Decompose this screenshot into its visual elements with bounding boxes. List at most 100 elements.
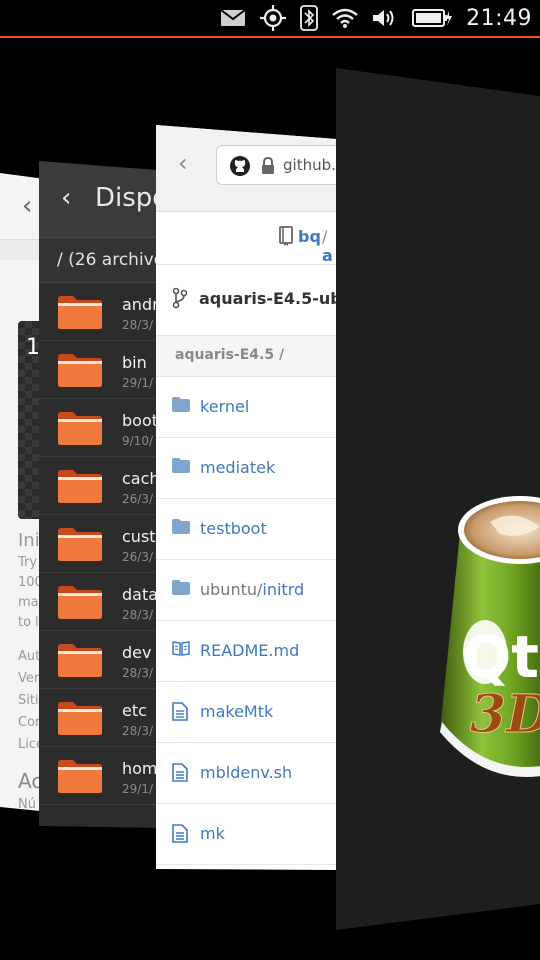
card-text: Aut: [18, 649, 41, 664]
file-name: data: [122, 585, 159, 604]
repo-file-row[interactable]: README.md: [156, 621, 336, 682]
file-name: makeMtk: [200, 702, 273, 721]
file-list-item[interactable]: cach 26/3/: [39, 457, 169, 515]
mail-icon[interactable]: [220, 9, 246, 27]
label-3d: 3D: [470, 684, 540, 745]
path-prefix: ubuntu/: [200, 580, 263, 599]
wifi-icon[interactable]: [332, 8, 358, 28]
lock-icon: [261, 157, 275, 179]
card-text: ma: [18, 595, 39, 610]
file-link[interactable]: initrd: [262, 580, 304, 599]
file-date: 28/3/: [122, 666, 153, 680]
file-list-item[interactable]: data 28/3/: [39, 573, 169, 631]
file-name: bin: [122, 353, 147, 372]
card-text: Ver: [18, 671, 40, 686]
repo-file-row[interactable]: testboot: [156, 499, 336, 560]
file-link[interactable]: mbldenv.sh: [200, 763, 292, 782]
repo-icon: [279, 226, 295, 250]
branch-name: aquaris-E4.5-ubun: [199, 289, 331, 308]
file-list-item[interactable]: andr 28/3/: [39, 283, 169, 341]
file-date: 28/3/: [122, 608, 153, 622]
repo-file-row[interactable]: mbldenv.sh: [156, 743, 336, 804]
browser-toolbar: ‹ github.c: [156, 125, 336, 212]
file-date: 29/1/: [122, 782, 153, 796]
folder-icon: [172, 580, 190, 599]
back-arrow-icon[interactable]: ‹: [22, 191, 32, 221]
card-text: Cor: [18, 715, 41, 730]
repo-file-row[interactable]: mediatek: [156, 438, 336, 499]
address-bar[interactable]: github.c: [216, 145, 336, 185]
file-name: etc: [122, 701, 147, 720]
file-list-item[interactable]: hom 29/1/: [39, 747, 169, 805]
file-link[interactable]: makeMtk: [200, 702, 273, 721]
file-link[interactable]: README.md: [200, 641, 299, 660]
file-name: hom: [122, 759, 158, 778]
clock: 21:49: [466, 5, 532, 31]
back-arrow-icon[interactable]: ‹: [178, 149, 188, 177]
folder-icon: [57, 468, 103, 504]
folder-icon: [57, 526, 103, 562]
file-date: 28/3/: [122, 318, 153, 332]
folder-icon: [172, 519, 190, 538]
card-text: Try: [18, 555, 38, 570]
file-icon: [172, 763, 188, 786]
folder-summary: / (26 archivo: [39, 238, 169, 283]
url-text: github.c: [283, 156, 336, 174]
status-bar: 21:49: [0, 0, 540, 38]
file-name: mbldenv.sh: [200, 763, 292, 782]
file-name: boot: [122, 411, 159, 430]
repo-name-link[interactable]: a: [322, 246, 333, 265]
file-list-item[interactable]: etc 28/3/: [39, 689, 169, 747]
file-list: andr 28/3/bin 29/1/boot 9/10/cach 26/3/custo…: [39, 283, 169, 805]
bluetooth-icon[interactable]: [300, 5, 318, 31]
folder-icon: [57, 584, 103, 620]
file-link[interactable]: testboot: [200, 519, 267, 538]
location-icon[interactable]: [260, 5, 287, 31]
file-date: 28/3/: [122, 724, 153, 738]
file-name: mk: [200, 824, 225, 843]
folder-icon: [57, 294, 103, 330]
folder-icon: [57, 410, 103, 446]
app-card-file-manager[interactable]: ‹ Dispo / (26 archivo andr 28/3/bin 29/1/b…: [39, 161, 169, 828]
file-list-item[interactable]: dev 28/3/: [39, 631, 169, 689]
card-text: Siti: [18, 693, 39, 708]
volume-icon[interactable]: [372, 8, 398, 28]
current-path: aquaris-E4.5 /: [175, 347, 285, 363]
repo-breadcrumb: bq / a: [156, 212, 336, 265]
card-text: Ini: [18, 530, 40, 551]
file-name: mediatek: [200, 458, 275, 477]
folder-icon: [57, 758, 103, 794]
file-list-item[interactable]: bin 29/1/: [39, 341, 169, 399]
file-link[interactable]: mediatek: [200, 458, 275, 477]
file-link[interactable]: mk: [200, 824, 225, 843]
github-icon: [229, 155, 251, 181]
folder-icon: [57, 642, 103, 678]
battery-charging-icon[interactable]: [412, 9, 453, 27]
file-list-item[interactable]: custo 26/3/: [39, 515, 169, 573]
back-arrow-icon[interactable]: ‹: [61, 183, 71, 213]
repo-file-row[interactable]: ubuntu/initrd: [156, 560, 336, 621]
file-name: dev: [122, 643, 152, 662]
file-list-item[interactable]: boot 9/10/: [39, 399, 169, 457]
branch-selector[interactable]: aquaris-E4.5-ubun: [156, 265, 336, 336]
qt-logo-text: Qt: [462, 623, 539, 691]
file-link[interactable]: kernel: [200, 397, 249, 416]
repo-file-row[interactable]: kernel: [156, 377, 336, 438]
app-card-browser[interactable]: ‹ github.c bq / a aquaris-E4.5-ubun: [156, 125, 336, 870]
thumbnail-label: 1: [26, 335, 40, 360]
book-icon: [172, 641, 190, 660]
file-list: kernel mediatek testboot ubuntu/initrd READM…: [156, 377, 336, 865]
file-date: 26/3/: [122, 492, 153, 506]
repo-owner-link[interactable]: bq: [298, 227, 321, 246]
repo-file-row[interactable]: makeMtk: [156, 682, 336, 743]
file-manager-header: ‹ Dispo: [39, 161, 169, 238]
file-date: 9/10/: [122, 434, 153, 448]
folder-icon: [57, 352, 103, 388]
file-date: 29/1/: [122, 376, 153, 390]
file-date: 26/3/: [122, 550, 153, 564]
repo-file-row[interactable]: mk: [156, 804, 336, 865]
file-name: andr: [122, 295, 159, 314]
file-name: ubuntu/initrd: [200, 580, 304, 599]
qt3d-cup-image: Qt 3D: [430, 492, 540, 792]
card-text: to l: [18, 615, 39, 630]
